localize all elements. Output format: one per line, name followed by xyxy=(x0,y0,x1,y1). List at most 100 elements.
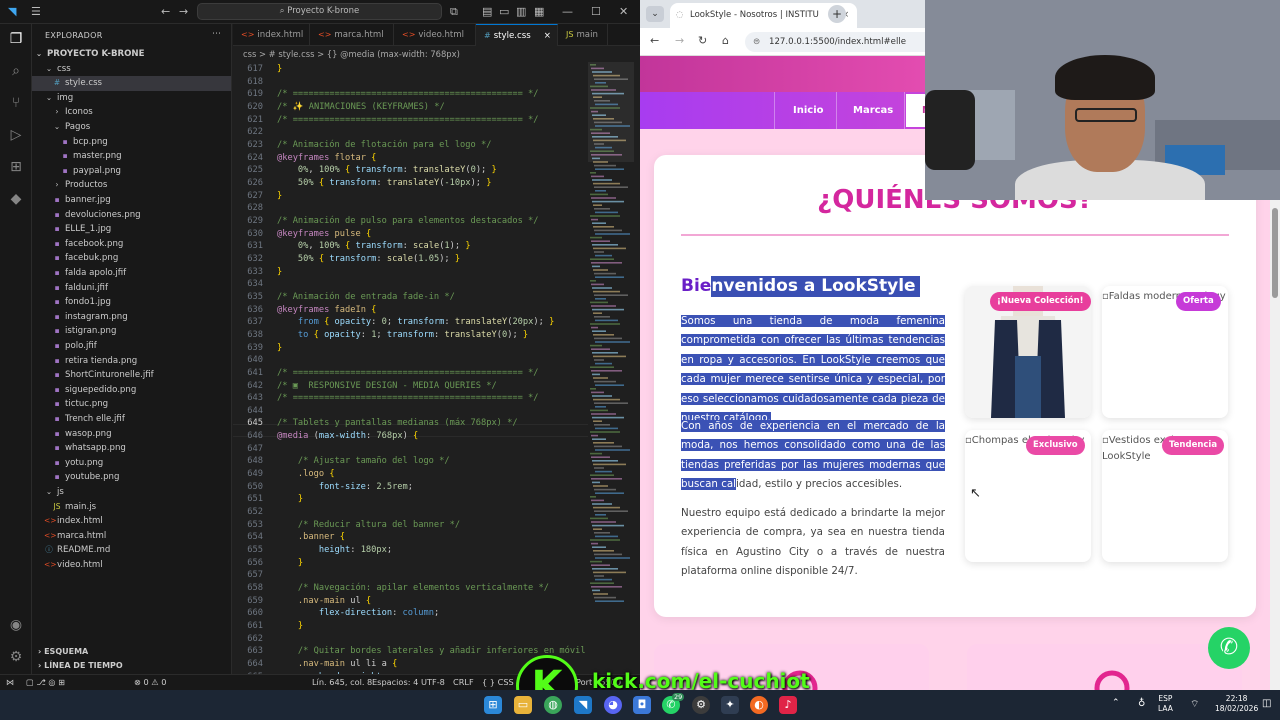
page-scrollbar[interactable] xyxy=(1270,200,1280,690)
code-line[interactable]: @media (max-width: 768px) { xyxy=(277,431,418,441)
language-status[interactable]: { } CSS xyxy=(482,675,514,690)
more-actions-icon[interactable]: ⋯ xyxy=(212,29,221,39)
minimap[interactable] xyxy=(588,62,634,674)
tree-file[interactable]: <>video.html xyxy=(32,558,231,573)
code-line[interactable]: /* Animación de flotación para el logo *… xyxy=(277,140,491,150)
code-editor[interactable]: 617} 618 619 /* ===========================… xyxy=(233,62,588,674)
encoding-status[interactable]: UTF-8 xyxy=(421,675,445,690)
tree-file[interactable]: <>marca.html xyxy=(32,529,231,544)
code-line[interactable]: height: 180px; xyxy=(277,545,392,555)
reload-icon[interactable]: ↻ xyxy=(698,34,707,47)
tree-file[interactable]: ▪ paypal.png xyxy=(32,164,231,179)
settings-taskbar-icon[interactable]: ⚙ xyxy=(692,696,710,714)
language-indicator[interactable]: ESP LAA xyxy=(1158,694,1173,714)
code-line[interactable]: to { opacity: 1; transform: translateY(0… xyxy=(277,330,528,340)
editor-tab-main[interactable]: JS main xyxy=(558,24,608,46)
explorer-icon[interactable]: ❐ xyxy=(7,30,25,48)
code-line[interactable]: /* Reducir altura del banner */ xyxy=(277,520,460,530)
breadcrumb[interactable]: css > # style.css > {} @media (max-width… xyxy=(233,46,640,62)
tree-file[interactable]: ▪ polo.jfif xyxy=(32,339,231,354)
editor-tab-style-css[interactable]: # style.css × xyxy=(476,24,558,46)
tree-file[interactable]: ▪ siguepedido.png xyxy=(32,383,231,398)
eol-status[interactable]: CRLF xyxy=(453,675,474,690)
product-card-vestidos[interactable]: ▫Vestidos exclu LookStyle Tendencia xyxy=(1102,430,1228,562)
tree-file[interactable]: ▪ youtube.png xyxy=(32,470,231,485)
site-info-icon[interactable]: ⊜ xyxy=(753,32,760,52)
code-line[interactable]: } xyxy=(277,494,303,504)
network-icon[interactable]: ⌔ xyxy=(1190,698,1199,711)
code-line[interactable]: 0%, 100% { transform: scale(1); } xyxy=(277,241,471,251)
discord-icon[interactable]: ◕ xyxy=(604,696,622,714)
forward-arrow-icon[interactable]: → xyxy=(179,5,188,18)
code-line[interactable]: @keyframes fadeIn { xyxy=(277,305,376,315)
editor-tab-marca-html[interactable]: <> marca.html xyxy=(310,24,394,46)
run-debug-icon[interactable]: ▷ xyxy=(7,126,25,144)
tree-file[interactable]: ▪ retira tienda.png xyxy=(32,354,231,369)
tree-folder[interactable]: ⌄ js xyxy=(32,485,231,500)
code-line[interactable]: .nav-main ul { xyxy=(277,596,371,606)
tray-chevron-icon[interactable]: ⌃ xyxy=(1112,698,1120,708)
settings-gear-icon[interactable]: ⚙ xyxy=(7,648,25,666)
code-line[interactable]: /* Navegación: apilar elementos vertical… xyxy=(277,583,549,593)
code-line[interactable]: /* Animación de pulso para elementos des… xyxy=(277,216,539,226)
tree-folder[interactable]: ⌄ Pagos xyxy=(32,120,231,135)
product-card-faldas[interactable]: ▫Faldas modern Apology Oferta xyxy=(1102,286,1228,418)
home-icon[interactable]: ⌂ xyxy=(722,34,729,47)
tree-folder[interactable]: ⌄ img xyxy=(32,91,231,106)
cursor-position[interactable]: Lín. 645, col. 8 xyxy=(312,675,372,690)
editor-tab-video-html[interactable]: <> video.html xyxy=(394,24,476,46)
code-line[interactable]: /* =====================================… xyxy=(277,89,539,99)
tree-file[interactable]: ▪ ELLE_1.jpg xyxy=(32,222,231,237)
layout-icon[interactable]: ▦ xyxy=(534,5,544,18)
obs-icon[interactable]: ✦ xyxy=(721,696,739,714)
close-window-icon[interactable]: ✕ xyxy=(619,5,628,18)
product-card-chompas[interactable]: ▫Chompas el University Exclusivo xyxy=(965,430,1091,562)
tree-file[interactable]: ▪ master.png xyxy=(32,149,231,164)
forward-icon[interactable]: → xyxy=(675,34,684,47)
code-line[interactable]: /* Animación de entrada fade-in */ xyxy=(277,292,455,302)
file-explorer-icon[interactable]: ▭ xyxy=(514,696,532,714)
nav-link-inicio[interactable]: Inicio xyxy=(793,92,824,129)
product-card-nueva-coleccion[interactable]: ¡Nueva Colección! xyxy=(965,286,1091,418)
nav-link-marcas[interactable]: Marcas xyxy=(853,92,893,129)
code-line[interactable]: /* Ajustar tamaño del logo */ xyxy=(277,456,450,466)
code-line[interactable]: .banner { xyxy=(277,532,345,542)
chrome-icon[interactable]: ◍ xyxy=(544,696,562,714)
tree-file[interactable]: ▪ devoluciones.png xyxy=(32,208,231,223)
tree-file[interactable]: JS main.js xyxy=(32,500,231,515)
command-center[interactable]: ⌕ Proyecto K-brone xyxy=(197,3,442,20)
firefox-icon[interactable]: ◐ xyxy=(750,696,768,714)
code-line[interactable]: } xyxy=(277,621,303,631)
code-line[interactable]: 50% { transform: translateY(-10px); } xyxy=(277,178,492,188)
account-icon[interactable]: ◉ xyxy=(7,616,25,634)
tree-file[interactable]: ▪ bcp.png xyxy=(32,135,231,150)
code-line[interactable]: /* =====================================… xyxy=(277,393,539,403)
editor-tab-index-html[interactable]: <> index.html xyxy=(233,24,310,46)
code-line[interactable]: @keyframes flotar { xyxy=(277,153,376,163)
tree-file[interactable]: ▪ yotu.png xyxy=(32,456,231,471)
tree-file[interactable]: ▪ istigran.png xyxy=(32,324,231,339)
tab-search-icon[interactable]: ⌄ xyxy=(646,6,664,22)
tree-folder[interactable]: › Iconos xyxy=(32,105,231,120)
tree-file[interactable]: ▪ tictuc.png xyxy=(32,397,231,412)
timeline-section[interactable]: › LÍNEA DE TIEMPO xyxy=(32,659,231,673)
code-line[interactable]: /* ▣ RESPONSIVE DESIGN - MEDIA QUERIES *… xyxy=(277,381,497,391)
back-arrow-icon[interactable]: ← xyxy=(161,5,170,18)
project-root[interactable]: ⌄ PROYECTO K-BRONE xyxy=(32,47,231,62)
tree-file[interactable]: ▪ facebook.png xyxy=(32,237,231,252)
tree-folder[interactable]: ⌄ css xyxy=(32,62,231,77)
microphone-icon[interactable]: ♁ xyxy=(1138,698,1145,709)
python-icon[interactable]: ◆ xyxy=(7,190,25,208)
problems-status[interactable]: ⊗ 0 ⚠ 0 xyxy=(134,675,166,690)
code-line[interactable]: .logo { xyxy=(277,469,335,479)
close-tab-icon[interactable]: × xyxy=(544,25,551,47)
code-line[interactable]: @keyframes pulse { xyxy=(277,229,371,239)
remote-icon[interactable]: ⋈ xyxy=(6,675,14,690)
toggle-panel-icon[interactable]: ▭ xyxy=(499,5,509,18)
tree-file[interactable]: ▪ falda apolo.jfif xyxy=(32,266,231,281)
tree-file[interactable]: ⓘ README.md xyxy=(32,543,231,558)
back-icon[interactable]: ← xyxy=(650,34,659,47)
toggle-secondary-sidebar-icon[interactable]: ▥ xyxy=(516,5,526,18)
code-line[interactable]: /* ✨ ANIMACIONES (KEYFRAMES) */ xyxy=(277,102,445,112)
code-line[interactable]: 50% { transform: scale(1.05); } xyxy=(277,254,460,264)
